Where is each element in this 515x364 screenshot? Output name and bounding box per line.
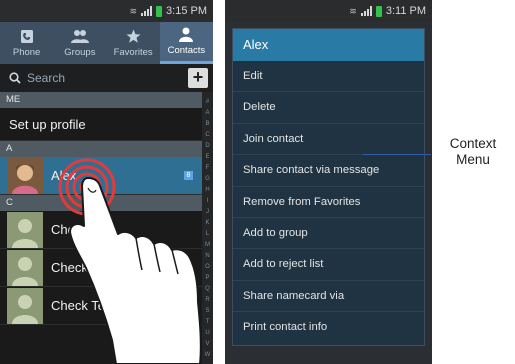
menu-item-remove-from-favorites[interactable]: Remove from Favorites (233, 187, 424, 218)
status-time: 3:11 PM (385, 5, 426, 17)
context-menu: Alex Edit Delete Join contact Share cont… (232, 28, 425, 346)
pointing-hand-icon (69, 177, 202, 364)
contacts-screen: ≋ 3:15 PM Phone Groups Favorites Contact… (0, 0, 213, 364)
menu-item-share-namecard-via[interactable]: Share namecard via (233, 281, 424, 313)
menu-item-join-contact[interactable]: Join contact (233, 124, 424, 156)
menu-item-add-to-group[interactable]: Add to group (233, 218, 424, 250)
menu-item-share-contact-via-message[interactable]: Share contact via message (233, 155, 424, 187)
menu-item-add-to-reject-list[interactable]: Add to reject list (233, 249, 424, 281)
menu-item-edit[interactable]: Edit (233, 61, 424, 93)
callout-label: Context Menu (441, 136, 505, 168)
menu-item-print-contact-info[interactable]: Print contact info (233, 312, 424, 343)
menu-item-delete[interactable]: Delete (233, 92, 424, 124)
context-menu-screen: ≋ 3:11 PM Alex Edit Delete Join contact … (225, 0, 432, 364)
battery-icon (375, 5, 382, 17)
wifi-icon: ≋ (349, 5, 357, 16)
callout-line (363, 154, 431, 155)
context-menu-title: Alex (233, 29, 424, 61)
signal-icon (360, 6, 372, 16)
callout-line1: Context (449, 136, 497, 151)
callout-line2: Menu (456, 152, 490, 167)
hand-gesture-illustration (58, 158, 202, 364)
status-bar: ≋ 3:11 PM (225, 0, 432, 22)
